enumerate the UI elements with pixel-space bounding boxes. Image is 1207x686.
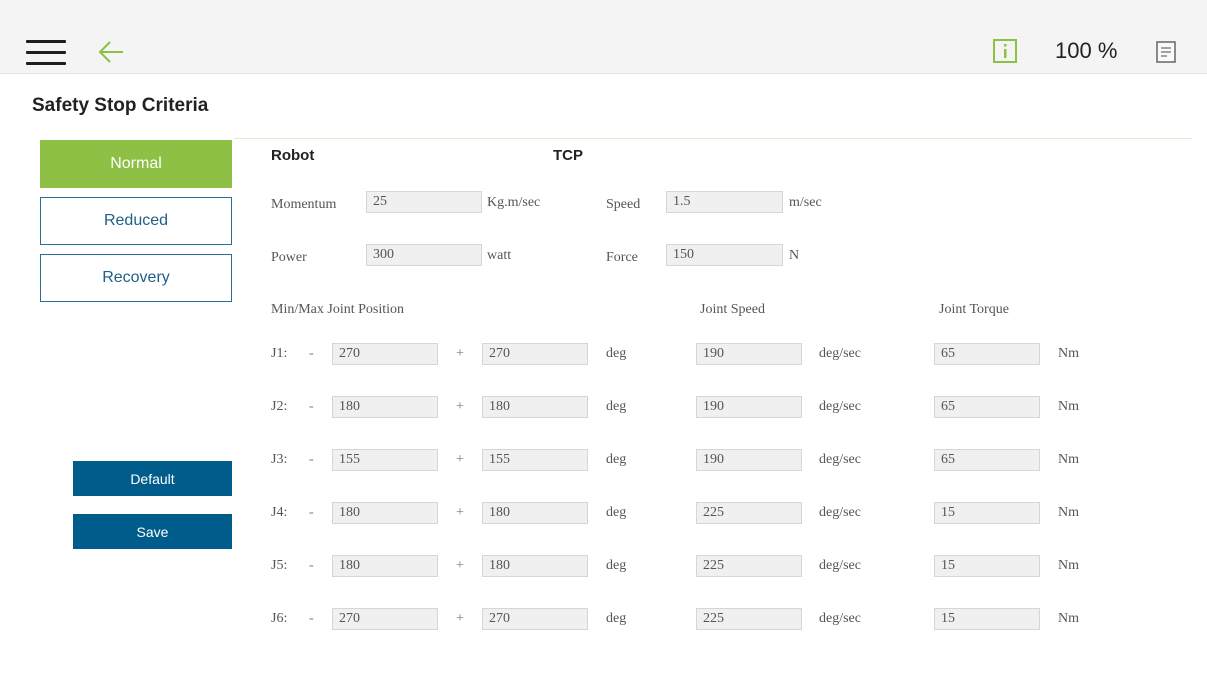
minus-sign: - — [309, 346, 314, 361]
default-button[interactable]: Default — [73, 461, 232, 496]
tcp-force-input[interactable] — [666, 244, 783, 266]
top-bar: 100 % — [0, 0, 1207, 74]
joint-torque-unit: Nm — [1058, 611, 1079, 626]
robot-heading: Robot — [271, 147, 315, 164]
joint-min-input[interactable] — [332, 449, 438, 471]
joint-min-input[interactable] — [332, 608, 438, 630]
joint-speed-unit: deg/sec — [819, 505, 861, 520]
joint-label: J4: — [271, 505, 288, 520]
joint-min-input[interactable] — [332, 555, 438, 577]
joint-speed-input[interactable] — [696, 555, 802, 577]
momentum-input[interactable] — [366, 191, 482, 213]
minus-sign: - — [309, 452, 314, 467]
mode-reduced-button[interactable]: Reduced — [40, 197, 232, 245]
joint-max-input[interactable] — [482, 449, 588, 471]
mode-recovery-button[interactable]: Recovery — [40, 254, 232, 302]
joint-torque-input[interactable] — [934, 343, 1040, 365]
plus-sign: + — [456, 399, 464, 414]
plus-sign: + — [456, 611, 464, 626]
joint-speed-unit: deg/sec — [819, 558, 861, 573]
joint-speed-header: Joint Speed — [700, 302, 765, 317]
joint-speed-input[interactable] — [696, 449, 802, 471]
speed-label: Speed — [606, 197, 641, 212]
joint-max-input[interactable] — [482, 396, 588, 418]
joint-pos-unit: deg — [606, 558, 627, 573]
joint-speed-input[interactable] — [696, 502, 802, 524]
minus-sign: - — [309, 505, 314, 520]
joint-torque-input[interactable] — [934, 449, 1040, 471]
joint-torque-unit: Nm — [1058, 505, 1079, 520]
tcp-force-unit: N — [789, 248, 800, 263]
momentum-label: Momentum — [271, 197, 337, 212]
tcp-speed-unit: m/sec — [789, 195, 822, 210]
joint-pos-unit: deg — [606, 452, 627, 467]
tcp-heading: TCP — [553, 147, 583, 164]
plus-sign: + — [456, 452, 464, 467]
zoom-level: 100 % — [1055, 38, 1118, 63]
joint-max-input[interactable] — [482, 343, 588, 365]
joint-min-input[interactable] — [332, 343, 438, 365]
joint-pos-unit: deg — [606, 346, 627, 361]
joint-torque-unit: Nm — [1058, 346, 1079, 361]
joint-speed-unit: deg/sec — [819, 346, 861, 361]
hamburger-menu-icon[interactable] — [26, 38, 66, 68]
joint-max-input[interactable] — [482, 608, 588, 630]
momentum-unit: Kg.m/sec — [487, 195, 541, 210]
plus-sign: + — [456, 505, 464, 520]
plus-sign: + — [456, 346, 464, 361]
tcp-speed-input[interactable] — [666, 191, 783, 213]
joint-label: J2: — [271, 399, 288, 414]
joint-torque-header: Joint Torque — [939, 302, 1009, 317]
joint-label: J5: — [271, 558, 288, 573]
joint-label: J3: — [271, 452, 288, 467]
arrow-left-icon[interactable] — [96, 37, 126, 67]
joint-pos-unit: deg — [606, 611, 627, 626]
joint-speed-unit: deg/sec — [819, 399, 861, 414]
power-input[interactable] — [366, 244, 482, 266]
minus-sign: - — [309, 399, 314, 414]
joint-pos-unit: deg — [606, 505, 627, 520]
plus-sign: + — [456, 558, 464, 573]
joint-speed-input[interactable] — [696, 343, 802, 365]
joint-torque-unit: Nm — [1058, 558, 1079, 573]
joint-max-input[interactable] — [482, 555, 588, 577]
joint-max-input[interactable] — [482, 502, 588, 524]
save-button[interactable]: Save — [73, 514, 232, 549]
joint-torque-input[interactable] — [934, 502, 1040, 524]
joint-pos-unit: deg — [606, 399, 627, 414]
minus-sign: - — [309, 558, 314, 573]
joint-torque-input[interactable] — [934, 608, 1040, 630]
joint-position-header: Min/Max Joint Position — [271, 302, 405, 317]
joint-speed-input[interactable] — [696, 608, 802, 630]
joint-label: J6: — [271, 611, 288, 626]
joint-speed-input[interactable] — [696, 396, 802, 418]
divider — [234, 138, 1192, 139]
joint-speed-unit: deg/sec — [819, 611, 861, 626]
minus-sign: - — [309, 611, 314, 626]
joint-label: J1: — [271, 346, 288, 361]
joint-min-input[interactable] — [332, 396, 438, 418]
joint-torque-input[interactable] — [934, 555, 1040, 577]
mode-normal-button[interactable]: Normal — [40, 140, 232, 188]
document-icon[interactable] — [1155, 40, 1177, 64]
joint-min-input[interactable] — [332, 502, 438, 524]
power-unit: watt — [487, 248, 512, 263]
joint-torque-unit: Nm — [1058, 452, 1079, 467]
force-label: Force — [606, 250, 638, 265]
joint-torque-input[interactable] — [934, 396, 1040, 418]
power-label: Power — [271, 250, 307, 265]
joint-speed-unit: deg/sec — [819, 452, 861, 467]
info-icon[interactable] — [992, 38, 1018, 64]
page-title: Safety Stop Criteria — [32, 95, 209, 116]
joint-torque-unit: Nm — [1058, 399, 1079, 414]
